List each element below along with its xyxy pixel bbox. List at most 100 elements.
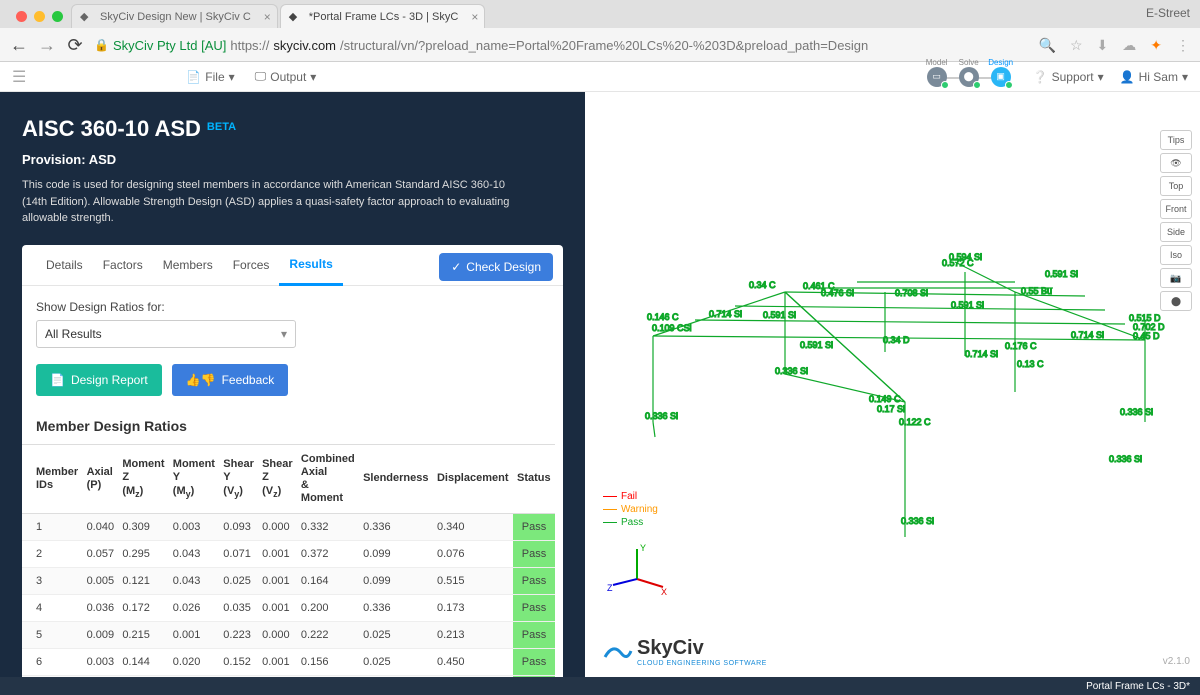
file-icon: 📄 [186,70,201,84]
close-tab-icon[interactable]: × [471,10,478,24]
status-bar: Portal Frame LCs - 3D* [0,677,1200,695]
output-icon: 🖵 [255,69,267,84]
filter-select[interactable]: All Results [36,320,296,348]
favicon-icon: ◆ [289,10,303,24]
col-header: Displacement [433,444,513,514]
close-tab-icon[interactable]: × [264,10,271,24]
address-bar: ← → ⟳ 🔒 SkyCiv Pty Ltd [AU] https://skyc… [0,28,1200,62]
ssl-org: SkyCiv Pty Ltd [AU] [113,38,226,53]
chevron-down-icon: ▾ [229,70,235,84]
feedback-button[interactable]: 👍👎 Feedback [172,364,289,396]
version-label: v2.1.0 [1163,656,1190,667]
tab-factors[interactable]: Factors [93,246,153,284]
check-design-button[interactable]: ✓ Check Design [439,253,553,281]
svg-text:0.336 Sl: 0.336 Sl [1109,454,1142,464]
results-card: Details Factors Members Forces Results ✓… [22,245,563,678]
skyciv-logo: SkyCiv CLOUD ENGINEERING SOFTWARE [601,637,767,667]
table-row[interactable]: 30.0050.1210.0430.0250.001 0.1640.0990.5… [22,568,555,595]
forward-button[interactable]: → [38,35,56,56]
svg-text:0.591 Sl: 0.591 Sl [1045,269,1078,279]
axis-gizmo: X Y Z [607,539,667,599]
col-header: ShearY(Vy) [219,444,258,514]
support-menu[interactable]: ❔ Support ▾ [1033,70,1104,84]
close-window-icon[interactable] [16,11,27,22]
file-menu[interactable]: 📄 File ▾ [186,70,234,84]
browser-tab-0[interactable]: ◆ SkyCiv Design New | SkyCiv C × [71,4,278,28]
col-header: MomentZ(Mz) [118,444,168,514]
svg-text:0.45 D: 0.45 D [1133,331,1160,341]
svg-text:0.714 Sl: 0.714 Sl [965,349,998,359]
help-icon: ❔ [1033,70,1048,84]
extension-icon[interactable]: ✦ [1150,37,1162,54]
svg-text:0.708 Sl: 0.708 Sl [895,288,928,298]
browser-tab-1[interactable]: ◆ *Portal Frame LCs - 3D | SkyC × [280,4,486,28]
provision-label: Provision: ASD [22,152,563,167]
document-icon: 📄 [50,373,65,387]
tab-results[interactable]: Results [279,245,342,286]
code-description: This code is used for designing steel me… [22,177,522,227]
table-row[interactable]: 50.0090.2150.0010.2230.000 0.2220.0250.2… [22,622,555,649]
chevron-down-icon: ▾ [310,70,316,84]
view-tool[interactable]: 📷 [1160,268,1192,288]
app-toolbar: ☰ 📄 File ▾ 🖵 Output ▾ Model▭ Solve⬤ Desi… [0,62,1200,92]
cloud-icon[interactable]: ☁ [1122,37,1136,54]
design-tabs: Details Factors Members Forces Results ✓… [22,245,563,286]
table-row[interactable]: 60.0030.1440.0200.1520.001 0.1560.0250.4… [22,649,555,676]
tab-title: SkyCiv Design New | SkyCiv C [100,11,251,23]
tab-members[interactable]: Members [153,246,223,284]
svg-text:0.714 Sl: 0.714 Sl [709,309,742,319]
status-text: Portal Frame LCs - 3D* [1086,681,1190,692]
chevron-down-icon: ▾ [1182,70,1188,84]
hamburger-icon[interactable]: ☰ [12,67,26,87]
table-row[interactable]: 10.0400.3090.0030.0930.000 0.3320.3360.3… [22,514,555,541]
window-controls [8,11,71,28]
user-menu[interactable]: 👤 Hi Sam ▾ [1120,70,1188,84]
view-tool[interactable]: Front [1160,199,1192,219]
back-button[interactable]: ← [10,35,28,56]
svg-text:Z: Z [607,583,613,593]
design-report-button[interactable]: 📄 Design Report [36,364,162,396]
tab-forces[interactable]: Forces [223,246,280,284]
mode-design[interactable]: ▣ [991,67,1011,87]
view-tool[interactable]: Top [1160,176,1192,196]
svg-text:0.122 C: 0.122 C [899,417,931,427]
output-menu[interactable]: 🖵 Output ▾ [255,69,317,84]
bookmark-icon[interactable]: ☆ [1070,37,1083,54]
menu-icon[interactable]: ⋮ [1176,37,1190,54]
table-row[interactable]: 70.1170.4210.0350.1410.001 0.5040.5910.2… [22,676,555,677]
mode-solve[interactable]: ⬤ [959,67,979,87]
col-header: ShearZ(Vz) [258,444,297,514]
col-header: MemberIDs [22,444,83,514]
design-ratios-table: MemberIDsAxial(P)MomentZ(Mz)MomentY(My)S… [22,444,555,678]
3d-viewport[interactable]: 0.336 Sl 0.109 CSl0.146 C 0.714 Sl 0.591 Sl… [585,92,1200,677]
view-tool[interactable]: 👁 [1160,153,1192,173]
maximize-window-icon[interactable] [52,11,63,22]
view-tool[interactable]: Tips [1160,130,1192,150]
svg-text:0.336 Sl: 0.336 Sl [1120,407,1153,417]
svg-text:0.17 Sl: 0.17 Sl [877,404,905,414]
view-tool[interactable]: Iso [1160,245,1192,265]
svg-text:X: X [661,587,667,597]
svg-text:0.109 CSl: 0.109 CSl [652,323,692,333]
reload-button[interactable]: ⟳ [66,35,84,56]
svg-text:Y: Y [640,543,646,553]
view-tool[interactable]: Side [1160,222,1192,242]
tab-bar: ◆ SkyCiv Design New | SkyCiv C × ◆ *Port… [0,0,1200,28]
svg-text:0.34 C: 0.34 C [749,280,776,290]
check-icon: ✓ [451,260,461,274]
table-row[interactable]: 20.0570.2950.0430.0710.001 0.3720.0990.0… [22,541,555,568]
structure-wireframe: 0.336 Sl 0.109 CSl0.146 C 0.714 Sl 0.591 Sl… [585,92,1200,677]
minimize-window-icon[interactable] [34,11,45,22]
svg-text:0.146 C: 0.146 C [647,312,679,322]
svg-text:0.591 Sl: 0.591 Sl [800,340,833,350]
lock-icon: 🔒 [94,38,109,52]
svg-text:0.594 Sl: 0.594 Sl [949,252,982,262]
url-field[interactable]: 🔒 SkyCiv Pty Ltd [AU] https://skyciv.com… [94,38,1029,53]
table-row[interactable]: 40.0360.1720.0260.0350.001 0.2000.3360.1… [22,595,555,622]
mode-model[interactable]: ▭ [927,67,947,87]
view-tool[interactable]: ⬤ [1160,291,1192,311]
download-icon[interactable]: ⬇ [1097,37,1109,54]
svg-text:0.13 C: 0.13 C [1017,359,1044,369]
tab-details[interactable]: Details [36,246,93,284]
search-icon[interactable]: 🔍 [1039,37,1056,54]
